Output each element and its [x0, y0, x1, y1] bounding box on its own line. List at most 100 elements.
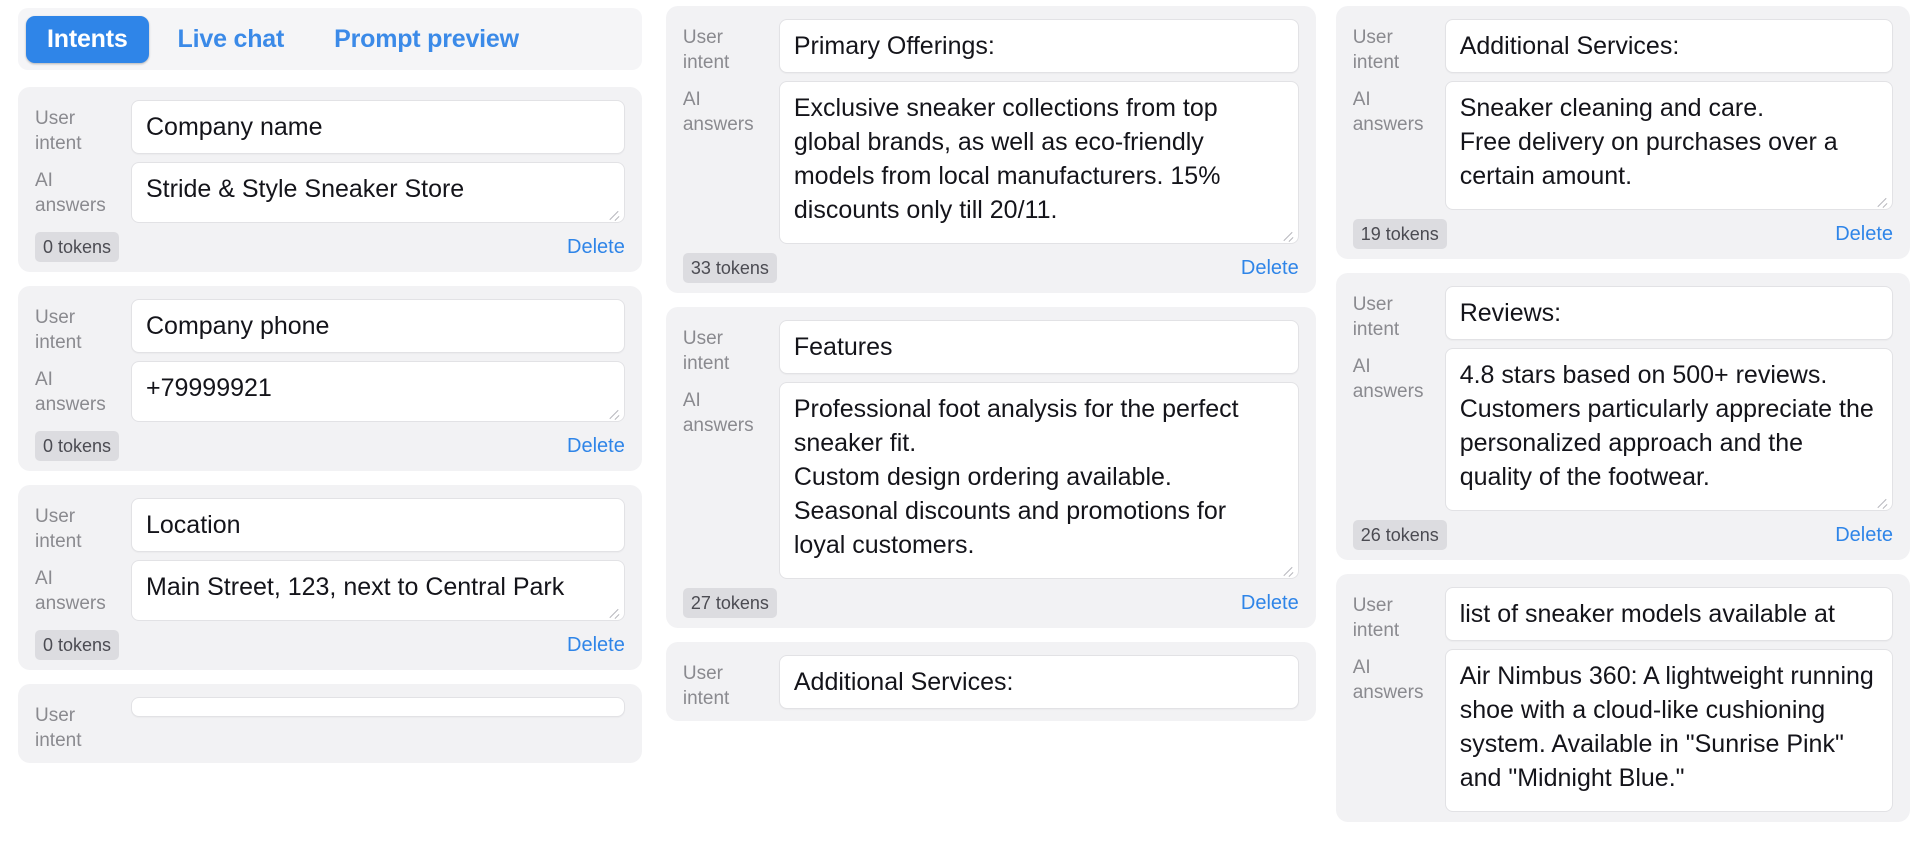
intent-card: User intent list of sneaker models availa… [1335, 574, 1910, 822]
answer-row: AI answers Stride & Style Sneaker Store [35, 162, 625, 223]
user-intent-input[interactable]: Company name [131, 100, 625, 154]
column-2: User intent Primary Offerings: AI answers … [665, 0, 1324, 857]
intent-card: User intent Company name AI answers Stride… [18, 87, 642, 272]
ai-answers-label: AI answers [35, 369, 106, 415]
user-intent-input[interactable]: Reviews: [1444, 286, 1893, 340]
card-footer: 0 tokens Delete [35, 431, 625, 461]
ai-answers-label: AI answers [35, 170, 106, 216]
answer-row: AI answers +79999921 [35, 361, 625, 422]
token-count-badge: 0 tokens [35, 232, 120, 262]
user-intent-input[interactable]: list of sneaker models available at [1444, 587, 1893, 641]
token-count-badge: 19 tokens [1352, 219, 1447, 249]
intent-card: User intent Primary Offerings: AI answers … [665, 6, 1316, 293]
intent-card: User intent Reviews: AI answers 4.8 stars … [1335, 273, 1910, 560]
user-intent-label: User intent [1352, 595, 1400, 641]
intent-card: User intent Company phone AI answers +7999… [18, 286, 642, 471]
card-footer: 19 tokens Delete [1352, 219, 1893, 249]
intent-row: User intent Features [683, 320, 1299, 376]
tab-live-chat[interactable]: Live chat [157, 16, 306, 63]
intent-card: User intent [18, 684, 642, 763]
ai-answer-textarea[interactable]: 4.8 stars based on 500+ reviews. Custome… [1444, 348, 1893, 511]
ai-answers-label: AI answers [1352, 657, 1424, 703]
intent-card: User intent Location AI answers Main Stree… [18, 485, 642, 670]
ai-answer-textarea[interactable]: Stride & Style Sneaker Store [131, 162, 625, 223]
user-intent-label: User intent [682, 663, 730, 709]
ai-answer-textarea[interactable]: +79999921 [131, 361, 625, 422]
delete-button[interactable]: Delete [1241, 592, 1299, 615]
user-intent-label: User intent [1352, 27, 1400, 73]
delete-button[interactable]: Delete [1835, 524, 1893, 547]
resize-grip-icon[interactable] [607, 604, 620, 617]
ai-answer-textarea[interactable]: Exclusive sneaker collections from top g… [778, 81, 1299, 244]
delete-button[interactable]: Delete [1835, 223, 1893, 246]
ai-answer-textarea[interactable]: Sneaker cleaning and care. Free delivery… [1444, 81, 1893, 210]
ai-answer-textarea[interactable]: Professional foot analysis for the perfe… [778, 382, 1299, 579]
resize-grip-icon[interactable] [607, 405, 620, 418]
user-intent-input[interactable]: Company phone [131, 299, 625, 353]
tab-prompt-preview[interactable]: Prompt preview [313, 16, 540, 63]
user-intent-input[interactable]: Additional Services: [1444, 19, 1893, 73]
token-count-badge: 27 tokens [682, 588, 777, 618]
answer-row: AI answers Exclusive sneaker collections … [683, 81, 1299, 244]
intent-row: User intent Reviews: [1353, 286, 1893, 342]
ai-answers-label: AI answers [682, 89, 754, 135]
intent-row: User intent Additional Services: [1353, 19, 1893, 75]
tab-intents[interactable]: Intents [26, 15, 149, 63]
column-3: User intent Additional Services: AI answer… [1335, 0, 1920, 857]
resize-grip-icon[interactable] [1281, 562, 1294, 575]
answer-row: AI answers 4.8 stars based on 500+ review… [1353, 348, 1893, 511]
user-intent-label: User intent [35, 108, 82, 154]
user-intent-input[interactable]: Location [131, 498, 625, 552]
answer-row: AI answers Main Street, 123, next to Cent… [35, 560, 625, 621]
intent-card: User intent Additional Services: AI answer… [1335, 6, 1910, 259]
user-intent-input[interactable]: Primary Offerings: [778, 19, 1299, 73]
resize-grip-icon[interactable] [1875, 494, 1888, 507]
intent-card: User intent Features AI answers Profession… [665, 307, 1316, 628]
intent-row: User intent Location [35, 498, 625, 554]
intent-row: User intent Primary Offerings: [683, 19, 1299, 75]
user-intent-label: User intent [682, 328, 730, 374]
card-footer: 26 tokens Delete [1352, 520, 1893, 550]
ai-answer-textarea[interactable]: Air Nimbus 360: A lightweight running sh… [1444, 649, 1893, 812]
ai-answers-label: AI answers [682, 390, 754, 436]
intent-row: User intent Additional Services: [683, 655, 1299, 711]
token-count-badge: 0 tokens [35, 630, 120, 660]
delete-button[interactable]: Delete [567, 236, 625, 259]
intent-row: User intent Company name [35, 100, 625, 156]
intents-screen: Intents Live chat Prompt preview User int… [0, 0, 1920, 857]
tab-bar: Intents Live chat Prompt preview [18, 8, 642, 70]
token-count-badge: 33 tokens [682, 253, 777, 283]
card-footer: 0 tokens Delete [35, 630, 625, 660]
user-intent-label: User intent [682, 27, 730, 73]
intent-row: User intent list of sneaker models availa… [1353, 587, 1893, 643]
user-intent-label: User intent [35, 506, 82, 552]
ai-answers-label: AI answers [1352, 89, 1424, 135]
intent-card: User intent Additional Services: [665, 642, 1316, 721]
user-intent-input[interactable] [131, 697, 625, 717]
ai-answers-label: AI answers [1352, 356, 1424, 402]
answer-row: AI answers Professional foot analysis for… [683, 382, 1299, 579]
intent-card-list-1: User intent Company name AI answers Stride… [0, 70, 654, 763]
delete-button[interactable]: Delete [567, 634, 625, 657]
ai-answers-label: AI answers [35, 568, 106, 614]
user-intent-input[interactable]: Additional Services: [778, 655, 1299, 709]
user-intent-label: User intent [35, 307, 82, 353]
token-count-badge: 26 tokens [1352, 520, 1447, 550]
intent-card-list-2: User intent Primary Offerings: AI answers … [665, 0, 1324, 721]
card-footer: 27 tokens Delete [682, 588, 1299, 618]
answer-row: AI answers Air Nimbus 360: A lightweight … [1353, 649, 1893, 812]
resize-grip-icon[interactable] [1875, 193, 1888, 206]
intent-card-list-3: User intent Additional Services: AI answer… [1335, 0, 1920, 822]
user-intent-label: User intent [35, 705, 82, 751]
card-footer: 0 tokens Delete [35, 232, 625, 262]
column-1: Intents Live chat Prompt preview User int… [0, 0, 654, 857]
intent-row: User intent Company phone [35, 299, 625, 355]
token-count-badge: 0 tokens [35, 431, 120, 461]
ai-answer-textarea[interactable]: Main Street, 123, next to Central Park [131, 560, 625, 621]
delete-button[interactable]: Delete [567, 435, 625, 458]
user-intent-input[interactable]: Features [778, 320, 1299, 374]
resize-grip-icon[interactable] [607, 206, 620, 219]
resize-grip-icon[interactable] [1281, 227, 1294, 240]
user-intent-label: User intent [1352, 294, 1400, 340]
delete-button[interactable]: Delete [1241, 257, 1299, 280]
